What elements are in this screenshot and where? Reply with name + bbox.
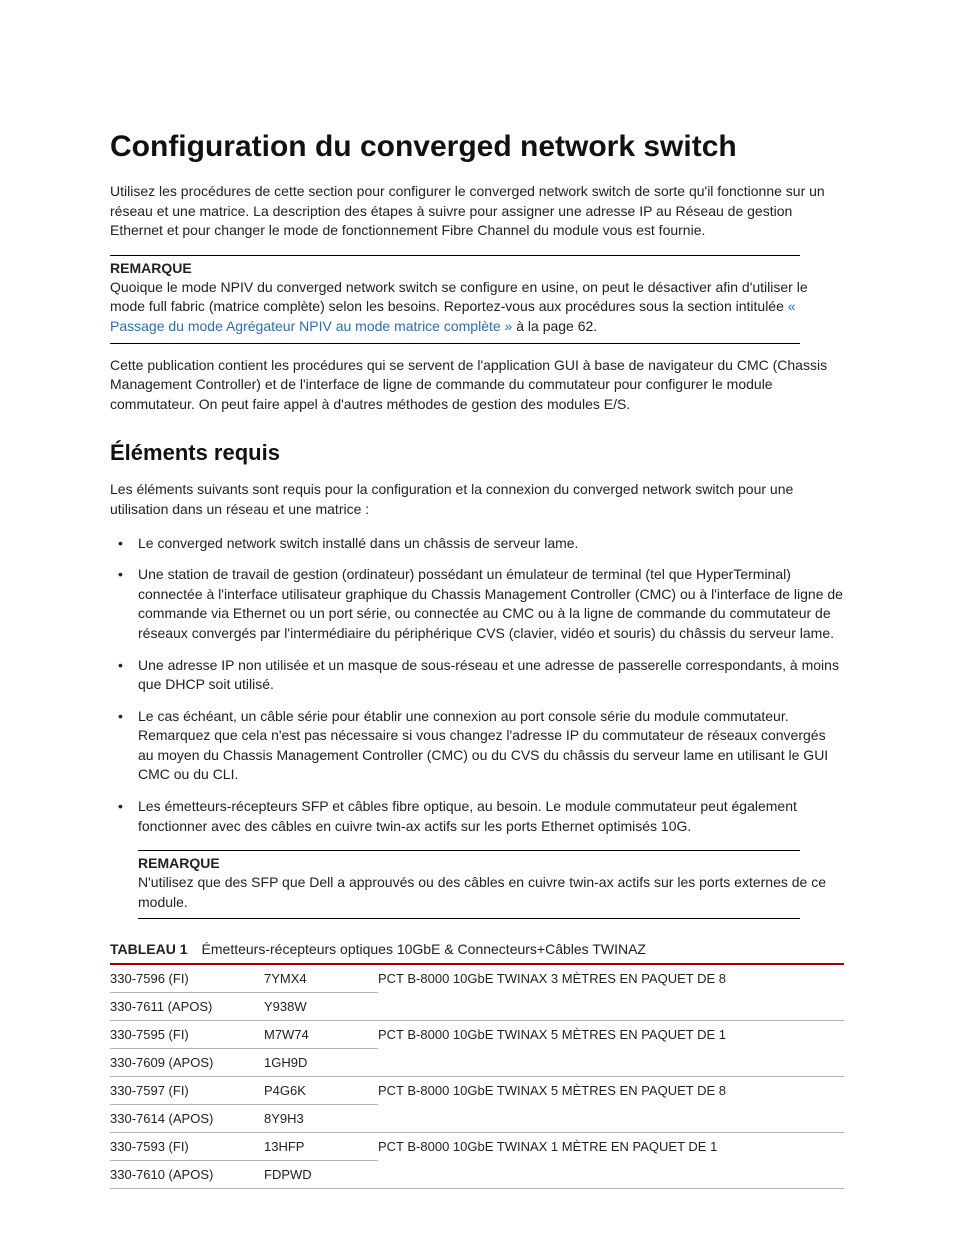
section-heading: Éléments requis [110, 440, 844, 466]
table-cell: 330-7595 (FI) [110, 1021, 264, 1049]
table-row: 330-7595 (FI) M7W74 PCT B-8000 10GbE TWI… [110, 1021, 844, 1049]
list-item: Le converged network switch installé dan… [110, 534, 844, 554]
table-cell: PCT B-8000 10GbE TWINAX 5 MÈTRES EN PAQU… [378, 1021, 844, 1077]
table-cell: 330-7593 (FI) [110, 1133, 264, 1161]
transceivers-table: 330-7596 (FI) 7YMX4 PCT B-8000 10GbE TWI… [110, 963, 844, 1189]
table-cell: 330-7610 (APOS) [110, 1161, 264, 1189]
requirements-list: Le converged network switch installé dan… [110, 534, 844, 837]
table-cell: PCT B-8000 10GbE TWINAX 1 MÈTRE EN PAQUE… [378, 1133, 844, 1189]
list-item: Le cas échéant, un câble série pour étab… [110, 707, 844, 785]
table-cell: 7YMX4 [264, 964, 378, 993]
note-rule [110, 343, 800, 344]
list-item: Une adresse IP non utilisée et un masque… [110, 656, 844, 695]
note-label: REMARQUE [138, 855, 844, 871]
table-title: Émetteurs-récepteurs optiques 10GbE & Co… [202, 941, 646, 957]
note-label: REMARQUE [110, 260, 844, 276]
table-cell: PCT B-8000 10GbE TWINAX 3 MÈTRES EN PAQU… [378, 964, 844, 1021]
table-caption: TABLEAU 1 Émetteurs-récepteurs optiques 1… [110, 941, 844, 957]
table-cell: 330-7596 (FI) [110, 964, 264, 993]
table-cell: P4G6K [264, 1077, 378, 1105]
note-body: N'utilisez que des SFP que Dell a approu… [138, 873, 844, 912]
table-row: 330-7596 (FI) 7YMX4 PCT B-8000 10GbE TWI… [110, 964, 844, 993]
table-cell: 1GH9D [264, 1049, 378, 1077]
table-cell: M7W74 [264, 1021, 378, 1049]
intro-paragraph-2: Cette publication contient les procédure… [110, 356, 844, 415]
table-row: 330-7597 (FI) P4G6K PCT B-8000 10GbE TWI… [110, 1077, 844, 1105]
table-row: 330-7593 (FI) 13HFP PCT B-8000 10GbE TWI… [110, 1133, 844, 1161]
note-body-pre: Quoique le mode NPIV du converged networ… [110, 279, 808, 315]
note-body: Quoique le mode NPIV du converged networ… [110, 278, 844, 337]
table-label: TABLEAU 1 [110, 941, 188, 957]
table-cell: 330-7597 (FI) [110, 1077, 264, 1105]
list-item: Une station de travail de gestion (ordin… [110, 565, 844, 643]
note-body-post: à la page 62. [512, 318, 597, 334]
table-cell: 330-7614 (APOS) [110, 1105, 264, 1133]
note-rule [138, 850, 800, 851]
note-rule [110, 255, 800, 256]
table-cell: 330-7611 (APOS) [110, 993, 264, 1021]
page-title: Configuration du converged network switc… [110, 130, 844, 164]
indented-note: REMARQUE N'utilisez que des SFP que Dell… [138, 850, 844, 919]
table-cell: 330-7609 (APOS) [110, 1049, 264, 1077]
document-page: Configuration du converged network switc… [0, 0, 954, 1235]
table-cell: 13HFP [264, 1133, 378, 1161]
table-cell: 8Y9H3 [264, 1105, 378, 1133]
note-rule [138, 918, 800, 919]
table-cell: PCT B-8000 10GbE TWINAX 5 MÈTRES EN PAQU… [378, 1077, 844, 1133]
table-cell: Y938W [264, 993, 378, 1021]
section-intro: Les éléments suivants sont requis pour l… [110, 480, 844, 519]
intro-paragraph-1: Utilisez les procédures de cette section… [110, 182, 844, 241]
table-cell: FDPWD [264, 1161, 378, 1189]
list-item: Les émetteurs-récepteurs SFP et câbles f… [110, 797, 844, 836]
